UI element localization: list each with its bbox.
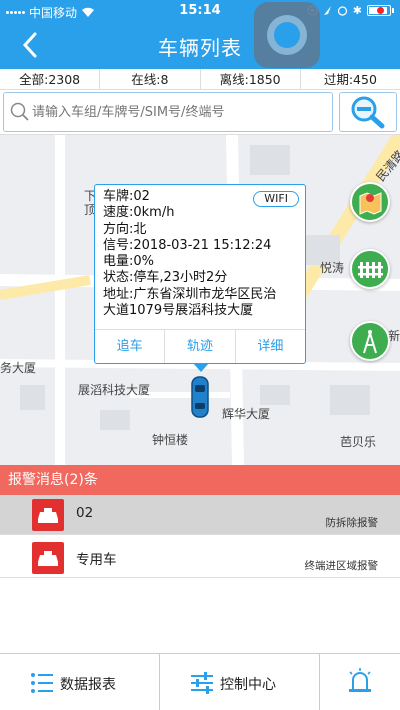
data-report-label: 数据报表 <box>60 677 116 693</box>
car-icon <box>32 499 64 531</box>
popup-direction: 方向:北 <box>103 221 147 237</box>
alarm-header[interactable]: 报警消息(2)条 <box>0 465 400 495</box>
stat-online[interactable]: 在线:8 <box>100 69 201 89</box>
signal-tower-icon <box>363 330 377 354</box>
stat-all[interactable]: 全部:2308 <box>0 69 101 89</box>
alarm-type: 防拆除报警 <box>325 517 379 529</box>
control-center-tab[interactable]: 控制中心 <box>160 654 320 710</box>
search-button[interactable] <box>339 92 397 132</box>
track-car-button[interactable]: 追车 <box>95 330 166 363</box>
car-icon <box>32 542 64 574</box>
map-label-building: 展滔科技大厦 <box>78 383 151 397</box>
vehicle-info-popup: WIFI 车牌:02 速度:0km/h 方向:北 信号:2018-03-21 1… <box>94 184 306 372</box>
popup-address-line2: 大道1079号展滔科技大厦 <box>103 303 254 319</box>
popup-status: 状态:停车,23小时2分 <box>103 270 228 286</box>
alarm-light-icon <box>349 668 371 692</box>
stat-offline[interactable]: 离线:1850 <box>201 69 301 89</box>
map-pin-icon <box>359 192 382 215</box>
stat-expired[interactable]: 过期:450 <box>301 69 400 89</box>
map-layer-button[interactable] <box>350 182 390 222</box>
map-label-poi: 芭贝乐 <box>340 435 377 449</box>
floating-button-dot <box>274 22 300 48</box>
alarm-type: 终端进区域报警 <box>304 560 379 572</box>
details-button[interactable]: 详细 <box>236 330 305 363</box>
search-input[interactable] <box>32 99 328 125</box>
alarm-light-tab[interactable] <box>320 654 400 710</box>
wifi-badge: WIFI <box>253 191 299 207</box>
sliders-icon <box>191 672 213 694</box>
popup-pointer <box>193 363 209 372</box>
search-bar <box>0 90 400 135</box>
app-header: 车辆列表 <box>0 22 400 69</box>
map-label-poi: 悦涛 <box>320 261 345 275</box>
list-icon <box>31 673 53 693</box>
vehicle-stats: 全部:2308 在线:8 离线:1850 过期:450 <box>0 69 400 90</box>
data-report-tab[interactable]: 数据报表 <box>0 654 160 710</box>
notification-badge <box>377 7 384 14</box>
floating-assistive-button[interactable] <box>254 2 320 68</box>
popup-signal: 信号:2018-03-21 15:12:24 <box>103 237 272 253</box>
alarm-row[interactable]: 02 防拆除报警 <box>0 495 400 535</box>
popup-battery: 电量:0% <box>103 254 155 270</box>
control-center-label: 控制中心 <box>220 677 276 693</box>
map-view[interactable]: 民清路 悦涛 新 展滔科技大厦 辉华大厦 钟恒楼 芭贝乐 务大厦 下 顶 WIF… <box>0 135 400 465</box>
bluetooth-icon: ✱ <box>352 4 362 17</box>
map-label-building: 钟恒楼 <box>152 433 189 447</box>
alarm-clock-icon <box>337 6 347 16</box>
map-label-building: 辉华大厦 <box>222 407 271 421</box>
battery-tip <box>392 8 394 13</box>
popup-speed: 速度:0km/h <box>103 205 175 221</box>
alarm-row[interactable]: 专用车 终端进区域报警 <box>0 538 400 578</box>
signal-tower-button[interactable] <box>350 321 390 361</box>
magnifier-search-icon <box>351 96 385 129</box>
location-icon <box>323 6 331 15</box>
status-bar: 中国移动 15:14 ✱ <box>0 0 400 22</box>
search-icon <box>10 102 29 121</box>
bottom-navigation: 数据报表 控制中心 <box>0 653 400 710</box>
fence-button[interactable] <box>350 249 390 289</box>
search-box <box>3 92 333 132</box>
popup-address-line1: 地址:广东省深圳市龙华区民治 <box>103 286 277 302</box>
trajectory-button[interactable]: 轨迹 <box>165 330 236 363</box>
fence-icon <box>358 262 383 278</box>
page-title: 车辆列表 <box>158 36 242 60</box>
vehicle-marker-icon[interactable] <box>188 375 212 419</box>
alarm-vehicle-name: 专用车 <box>76 552 117 568</box>
alarm-vehicle-name: 02 <box>76 505 94 521</box>
map-label-building: 务大厦 <box>0 361 37 375</box>
